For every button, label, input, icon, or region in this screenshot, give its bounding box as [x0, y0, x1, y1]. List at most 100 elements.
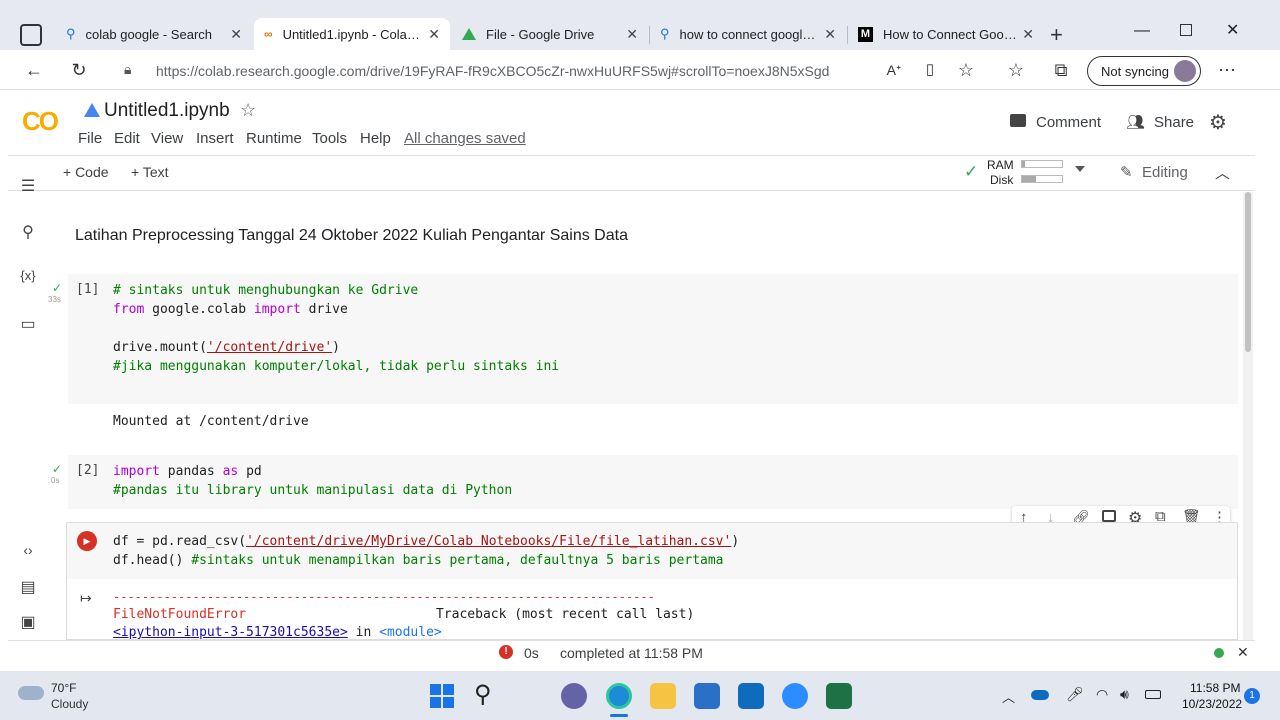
menu-edit[interactable]: Edit: [114, 130, 140, 147]
mail-icon[interactable]: [738, 683, 764, 709]
menu-file[interactable]: File: [78, 130, 102, 147]
sync-button[interactable]: Not syncing: [1087, 56, 1201, 86]
status-time: 0s: [524, 645, 539, 661]
start-icon[interactable]: [430, 684, 454, 708]
minimize-button[interactable]: —: [1134, 22, 1150, 40]
comment-icon[interactable]: [1102, 510, 1116, 522]
settings-icon[interactable]: ⚙: [1209, 110, 1227, 135]
menu-insert[interactable]: Insert: [196, 130, 234, 147]
lock-icon: 🔒︎: [124, 61, 132, 77]
code-snippets-icon[interactable]: ‹›: [14, 542, 42, 558]
exec-time: 0s: [51, 476, 60, 485]
reader-view-icon[interactable]: ▯: [918, 58, 942, 82]
address-bar[interactable]: 🔒︎ https://colab.research.google.com/dri…: [112, 56, 992, 86]
pencil-icon: ✎: [1120, 164, 1133, 181]
menu-view[interactable]: View: [151, 130, 183, 147]
toc-icon[interactable]: ☰: [14, 176, 42, 196]
exec-count: [2]: [76, 463, 100, 478]
text-cell-heading[interactable]: Latihan Preprocessing Tanggal 24 Oktober…: [75, 227, 628, 245]
exec-count: [1]: [76, 282, 100, 297]
more-icon[interactable]: ⋯: [1215, 58, 1239, 82]
disk-meter: [1021, 175, 1063, 183]
volume-icon[interactable]: 🔊︎: [1120, 686, 1129, 703]
file-explorer-icon[interactable]: [650, 683, 676, 709]
zoom-icon[interactable]: [782, 683, 808, 709]
output-icon[interactable]: ↦: [80, 590, 92, 607]
terminal-icon[interactable]: ▣: [14, 612, 42, 632]
tab-drive[interactable]: File - Google Drive ✕: [452, 18, 648, 50]
back-icon[interactable]: ←: [22, 58, 46, 82]
tab-search[interactable]: ⚲ colab google - Search ✕: [56, 18, 252, 50]
weather-text[interactable]: Cloudy: [51, 697, 88, 711]
read-aloud-icon[interactable]: Aᐩ: [882, 58, 906, 82]
favorites-icon[interactable]: ☆: [1004, 58, 1028, 82]
excel-icon[interactable]: [826, 683, 852, 709]
ram-label: RAM: [987, 158, 1014, 172]
check-icon: ✓: [52, 281, 63, 295]
run-cell-button[interactable]: ▶: [77, 531, 97, 551]
close-icon[interactable]: ✕: [428, 26, 440, 43]
share-button[interactable]: Share: [1154, 114, 1194, 131]
people-icon: 👥︎: [1126, 114, 1146, 131]
new-tab-button[interactable]: +: [1050, 22, 1063, 48]
avatar: [1174, 60, 1196, 82]
close-status-icon[interactable]: ✕: [1237, 644, 1249, 661]
weather-temp[interactable]: 70°F: [51, 681, 76, 695]
menu-runtime[interactable]: Runtime: [246, 130, 302, 147]
chat-icon[interactable]: [561, 683, 587, 709]
comment-button[interactable]: Comment: [1036, 114, 1101, 131]
onedrive-icon[interactable]: [1031, 690, 1049, 700]
star-icon[interactable]: ☆: [240, 100, 256, 121]
tab-actions-button[interactable]: [20, 24, 42, 46]
clock-time[interactable]: 11:58 PM: [1190, 681, 1240, 695]
favorite-add-icon[interactable]: ☆: [954, 58, 978, 82]
url-text: https://colab.research.google.com/drive/…: [156, 63, 830, 79]
variables-icon[interactable]: {x}: [14, 268, 42, 283]
collections-icon[interactable]: ⧉: [1049, 58, 1073, 82]
scrollbar[interactable]: [1243, 192, 1253, 640]
browser-tab-strip: ⚲ colab google - Search ✕ ∞ Untitled1.ip…: [0, 0, 1280, 50]
clock-date[interactable]: 10/23/2022: [1182, 697, 1242, 711]
editing-mode-button[interactable]: Editing: [1142, 164, 1188, 181]
disk-label: Disk: [990, 173, 1014, 187]
error-traceback: Traceback (most recent call last): [436, 607, 695, 622]
edge-icon[interactable]: [606, 683, 632, 709]
cloud-icon: [18, 686, 44, 700]
command-palette-icon[interactable]: ▤: [14, 577, 42, 597]
taskbar: [0, 671, 1280, 720]
tray-chevron-icon[interactable]: ︿: [1002, 687, 1015, 706]
add-text-button[interactable]: + Text: [131, 164, 169, 180]
resources-dropdown-icon[interactable]: [1075, 166, 1085, 172]
code-editor-2[interactable]: import pandas as pd #pandas itu library …: [113, 462, 512, 500]
drive-icon: [462, 28, 476, 40]
add-code-button[interactable]: + Code: [63, 164, 109, 180]
mic-icon[interactable]: 🎤︎: [1066, 686, 1084, 703]
notebook-title[interactable]: Untitled1.ipynb: [104, 100, 230, 122]
menu-help[interactable]: Help: [360, 130, 391, 147]
code-editor-1[interactable]: # sintaks untuk menghubungkan ke Gdrive …: [113, 281, 559, 376]
close-icon[interactable]: ✕: [230, 26, 242, 43]
search-icon[interactable]: ⚲: [14, 222, 42, 242]
collapse-header-icon[interactable]: ︿: [1215, 162, 1230, 183]
battery-icon[interactable]: [1145, 690, 1161, 699]
colab-icon: ∞: [264, 27, 273, 41]
wifi-icon[interactable]: ◠: [1096, 686, 1108, 703]
folder-icon[interactable]: ▭: [14, 314, 42, 334]
tab-how-to[interactable]: ⚲ how to connect google colab ✕: [650, 18, 846, 50]
search-icon[interactable]: ⚲: [474, 680, 492, 709]
close-icon[interactable]: ✕: [824, 26, 836, 43]
menu-tools[interactable]: Tools: [312, 130, 347, 147]
maximize-button[interactable]: [1180, 24, 1192, 36]
tab-colab[interactable]: ∞ Untitled1.ipynb - Colaboratory ✕: [254, 18, 450, 50]
close-window-button[interactable]: ✕: [1226, 20, 1239, 40]
refresh-icon[interactable]: ↻: [67, 58, 91, 82]
notification-badge[interactable]: 1: [1244, 688, 1260, 704]
tab-medium[interactable]: M How to Connect Google Colab ✕: [848, 18, 1044, 50]
toolbar-bottom-divider: [8, 190, 1255, 191]
save-status[interactable]: All changes saved: [404, 130, 526, 147]
colab-logo[interactable]: CO: [22, 106, 59, 137]
code-editor-3[interactable]: df = pd.read_csv('/content/drive/MyDrive…: [113, 532, 739, 570]
store-icon[interactable]: [694, 683, 720, 709]
close-icon[interactable]: ✕: [1022, 26, 1034, 43]
close-icon[interactable]: ✕: [626, 26, 638, 43]
